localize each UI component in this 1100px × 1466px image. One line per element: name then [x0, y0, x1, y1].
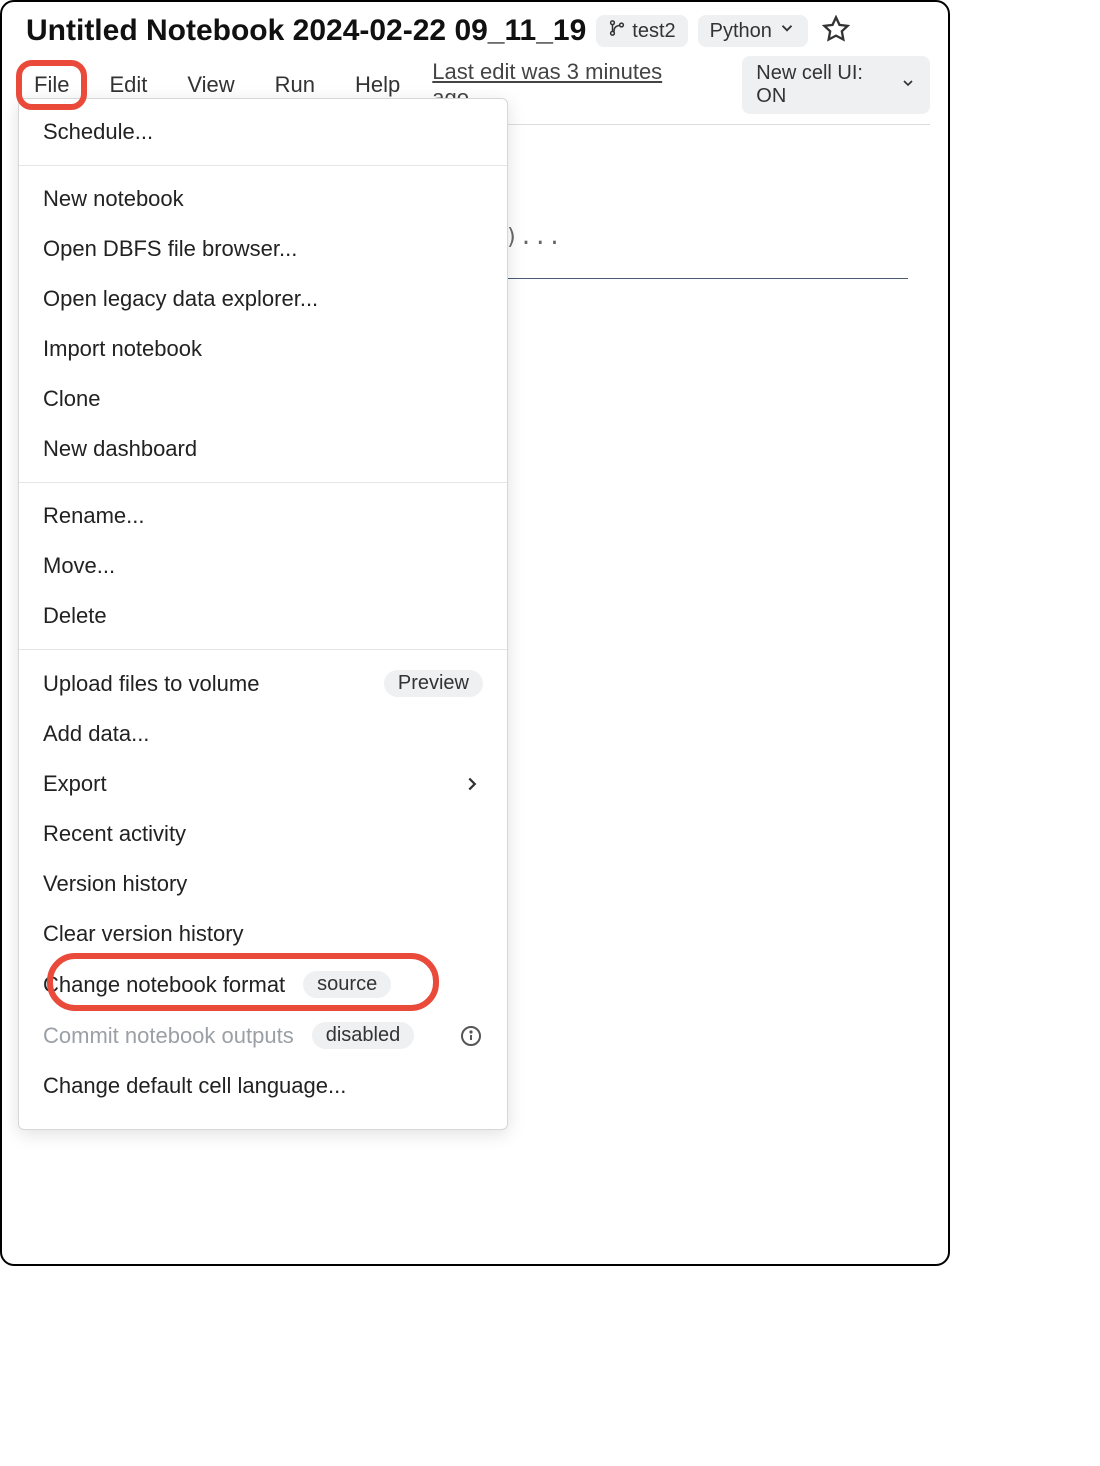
menu-item-rename[interactable]: Rename...	[19, 491, 507, 541]
preview-badge: Preview	[384, 670, 483, 697]
new-cell-ui-label: New cell UI: ON	[756, 62, 892, 108]
chevron-down-icon	[900, 74, 916, 97]
menu-item-commit-outputs: Commit notebook outputs disabled	[19, 1010, 507, 1061]
menu-item-change-default-lang[interactable]: Change default cell language...	[19, 1061, 507, 1111]
menu-item-upload-files[interactable]: Upload files to volume Preview	[19, 658, 507, 709]
format-badge: source	[303, 971, 391, 998]
menu-item-move[interactable]: Move...	[19, 541, 507, 591]
language-pill[interactable]: Python	[698, 15, 808, 47]
chevron-right-icon	[461, 773, 483, 795]
menu-item-change-format[interactable]: Change notebook format source	[19, 959, 507, 1010]
branch-icon	[608, 19, 626, 43]
menu-item-version-history[interactable]: Version history	[19, 859, 507, 909]
language-label: Python	[710, 20, 772, 43]
menu-item-clear-version-history[interactable]: Clear version history	[19, 909, 507, 959]
menu-item-import-notebook[interactable]: Import notebook	[19, 324, 507, 374]
new-cell-ui-toggle[interactable]: New cell UI: ON	[742, 56, 930, 114]
menu-item-open-dbfs[interactable]: Open DBFS file browser...	[19, 224, 507, 274]
file-menu-dropdown: Schedule... New notebook Open DBFS file …	[18, 98, 508, 1130]
menu-item-clone[interactable]: Clone	[19, 374, 507, 424]
menu-item-export[interactable]: Export	[19, 759, 507, 809]
branch-name: test2	[632, 20, 675, 43]
commit-outputs-badge: disabled	[312, 1022, 415, 1049]
menu-item-recent-activity[interactable]: Recent activity	[19, 809, 507, 859]
menu-file[interactable]: File	[26, 66, 77, 104]
menu-item-schedule[interactable]: Schedule...	[19, 107, 507, 157]
notebook-title[interactable]: Untitled Notebook 2024-02-22 09_11_19	[26, 14, 586, 48]
branch-pill[interactable]: test2	[596, 15, 687, 47]
menu-item-add-data[interactable]: Add data...	[19, 709, 507, 759]
info-icon[interactable]	[459, 1024, 483, 1048]
menu-item-delete[interactable]: Delete	[19, 591, 507, 641]
menu-item-open-legacy[interactable]: Open legacy data explorer...	[19, 274, 507, 324]
star-icon[interactable]	[822, 15, 850, 48]
menu-item-new-dashboard[interactable]: New dashboard	[19, 424, 507, 474]
chevron-down-icon	[778, 19, 796, 43]
menu-item-new-notebook[interactable]: New notebook	[19, 174, 507, 224]
